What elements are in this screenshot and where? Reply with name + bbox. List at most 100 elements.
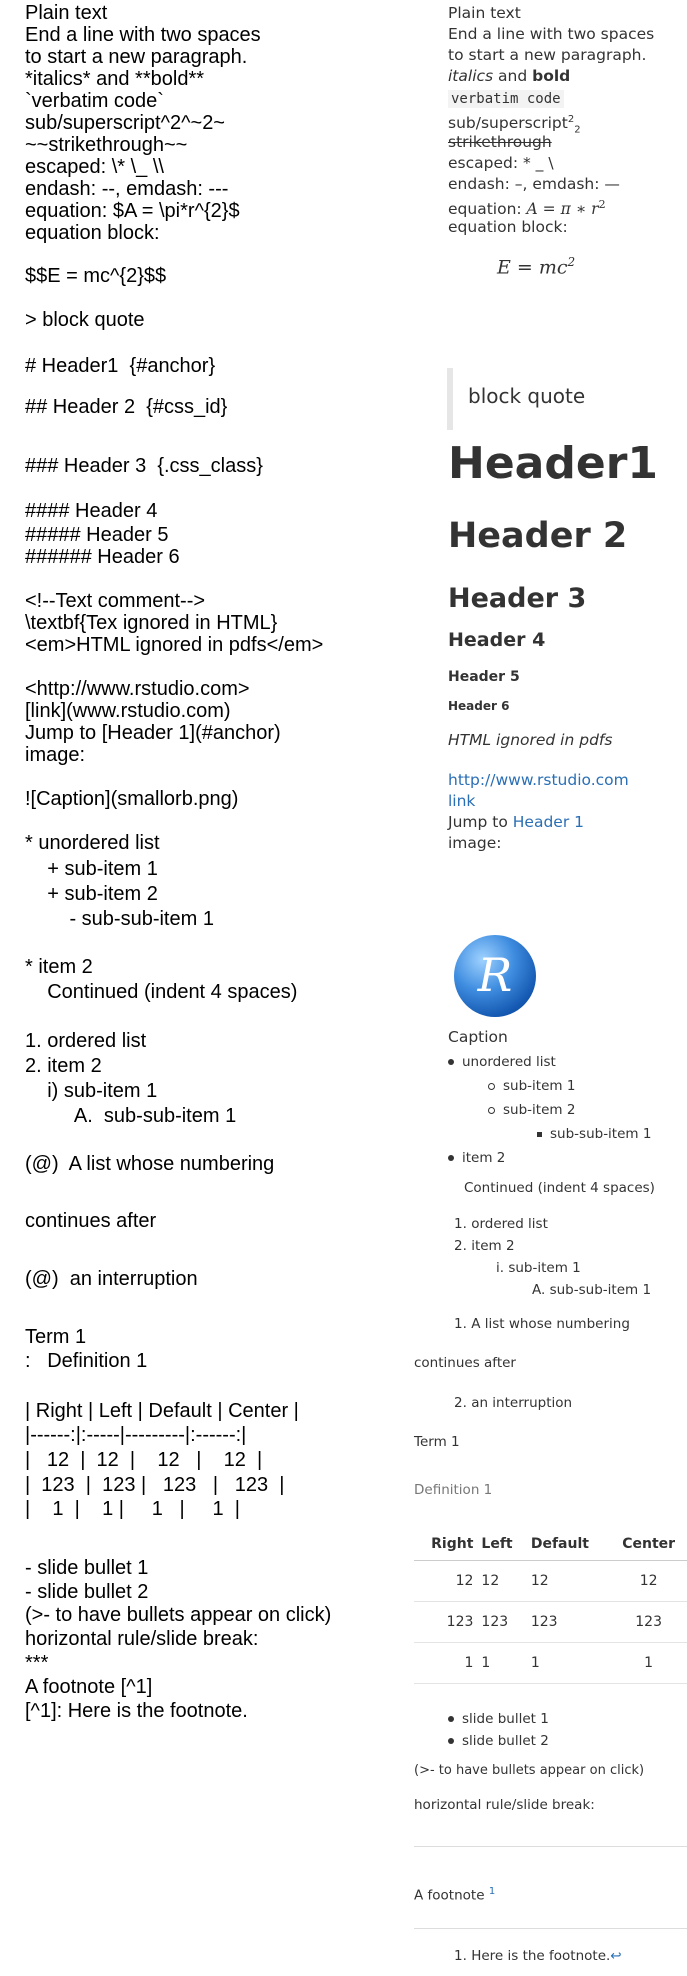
click-note: (>- to have bullets appear on click) xyxy=(414,1763,645,1778)
table-cell: 123 xyxy=(477,1601,527,1643)
src-line: ##### Header 5 xyxy=(25,524,169,546)
data-table: Right Left Default Center 12 12 12 12 12… xyxy=(414,1528,687,1684)
src-line: - sub-sub-item 1 xyxy=(25,908,214,930)
src-line: |------:|:-----|---------|:------:| xyxy=(25,1424,247,1446)
list-item: sub-item 2 xyxy=(488,1102,575,1118)
src-line: <!--Text comment--> xyxy=(25,590,206,612)
list-item-label: sub-sub-item 1 xyxy=(550,1126,652,1142)
footnote-number: 1. xyxy=(454,1948,467,1964)
equation-exponent: 2 xyxy=(598,198,606,211)
list-item: item 2 xyxy=(448,1150,505,1166)
column-header: Default xyxy=(526,1528,611,1561)
definition-term: Term 1 xyxy=(414,1434,460,1450)
src-line: Jump to [Header 1](#anchor) xyxy=(25,722,281,744)
src-line: + sub-item 1 xyxy=(25,858,158,880)
ordered-number: i. xyxy=(496,1260,505,1276)
src-line: | 1 | 1 | 1 | 1 | xyxy=(25,1498,240,1520)
escaped-text: escaped: * _ \ xyxy=(448,154,554,172)
circle-bullet-icon xyxy=(488,1082,495,1090)
table-row: 123 123 123 123 xyxy=(414,1601,687,1643)
header-4: Header 4 xyxy=(448,629,546,651)
footnote-ref-link[interactable]: 1 xyxy=(489,1886,495,1897)
header-1-link[interactable]: Header 1 xyxy=(513,813,584,831)
src-line: continues after xyxy=(25,1210,157,1232)
src-line: > block quote xyxy=(25,309,145,331)
example-number: 2. xyxy=(454,1395,467,1411)
src-line: ~~strikethrough~~ xyxy=(25,134,188,156)
src-line: 1. ordered list xyxy=(25,1030,147,1052)
src-line: Term 1 xyxy=(25,1326,87,1348)
subscript: 2 xyxy=(574,124,581,136)
equation-block-label: equation block: xyxy=(448,218,568,236)
equation-label: equation: xyxy=(448,200,527,219)
strikethrough-text: strikethrough xyxy=(448,133,552,151)
horizontal-rule xyxy=(414,1846,687,1847)
ordered-label: sub-item 1 xyxy=(508,1260,581,1276)
src-line: horizontal rule/slide break: xyxy=(25,1628,259,1650)
footnote-divider xyxy=(414,1928,687,1929)
block-quote: block quote xyxy=(468,384,586,408)
table-cell: 12 xyxy=(477,1560,527,1602)
footnote-item: 1. Here is the footnote.↩ xyxy=(454,1948,622,1964)
src-line: $$E = mc^{2}$$ xyxy=(25,265,167,287)
table-cell: 1 xyxy=(477,1642,527,1684)
src-line: endash: --, emdash: --- xyxy=(25,178,229,200)
src-line: * unordered list xyxy=(25,832,160,854)
table-cell: 123 xyxy=(526,1601,611,1643)
src-line: ![Caption](smallorb.png) xyxy=(25,788,239,810)
src-line: A footnote [^1] xyxy=(25,1676,153,1698)
equation-block-exponent: 2 xyxy=(567,255,576,269)
italic-text: italics xyxy=(448,67,494,85)
example-number: 1. xyxy=(454,1316,467,1332)
list-item-label: unordered list xyxy=(462,1054,556,1070)
footnote-text: A footnote xyxy=(414,1887,489,1904)
url-link[interactable]: http://www.rstudio.com xyxy=(448,770,629,790)
table-cell: 1 xyxy=(526,1642,611,1684)
table-row: 12 12 12 12 xyxy=(414,1560,687,1602)
src-line: - slide bullet 1 xyxy=(25,1557,149,1579)
header-1: Header1 xyxy=(448,438,659,489)
src-line: [^1]: Here is the footnote. xyxy=(25,1700,248,1722)
footnote-back-icon[interactable]: ↩ xyxy=(610,1948,621,1964)
blockquote-bar xyxy=(447,368,453,430)
column-header: Left xyxy=(477,1528,527,1561)
paragraph-line: End a line with two spaces xyxy=(448,25,655,43)
hr-label: horizontal rule/slide break: xyxy=(414,1797,595,1813)
image-caption: Caption xyxy=(448,1028,508,1046)
src-line: + sub-item 2 xyxy=(25,883,158,905)
plain-text: Plain text xyxy=(448,4,521,22)
paragraph-line: to start a new paragraph. xyxy=(448,46,647,64)
header-6: Header 6 xyxy=(448,699,510,713)
table-header-row: Right Left Default Center xyxy=(414,1528,687,1561)
r-logo-icon: R xyxy=(454,935,536,1017)
ordered-number: A. xyxy=(532,1282,546,1298)
jump-line: Jump to Header 1 xyxy=(448,812,584,832)
ordered-label: sub-sub-item 1 xyxy=(549,1282,652,1298)
src-line: equation: $A = \pi*r^{2}$ xyxy=(25,200,240,222)
src-line: ###### Header 6 xyxy=(25,546,180,568)
src-line: `verbatim code` xyxy=(25,90,164,112)
bullet-icon xyxy=(448,1155,454,1161)
src-line: # Header1 {#anchor} xyxy=(25,355,216,377)
example-item: 2. an interruption xyxy=(454,1395,572,1411)
footnote-line: A footnote 1 xyxy=(414,1886,495,1904)
table-cell: 123 xyxy=(414,1601,478,1643)
slide-bullet-label: slide bullet 1 xyxy=(462,1711,549,1727)
link[interactable]: link xyxy=(448,791,475,811)
table-cell: 12 xyxy=(526,1560,611,1602)
definition-text: Definition 1 xyxy=(414,1482,493,1498)
list-item-label: item 2 xyxy=(462,1150,506,1166)
html-em-text: HTML ignored in pdfs xyxy=(448,731,613,749)
list-item-label: sub-item 2 xyxy=(503,1102,576,1118)
src-line: sub/superscript^2^~2~ xyxy=(25,112,225,134)
src-line: | 123 | 123 | 123 | 123 | xyxy=(25,1474,285,1496)
continues-text: continues after xyxy=(414,1355,516,1371)
table-cell: 1 xyxy=(610,1642,687,1684)
src-line: A. sub-sub-item 1 xyxy=(25,1105,237,1127)
subsup-text: sub/superscript xyxy=(448,114,568,133)
ordered-label: item 2 xyxy=(471,1238,515,1254)
src-line: 2. item 2 xyxy=(25,1055,102,1077)
ordered-number: 2. xyxy=(454,1238,467,1254)
table-cell: 1 xyxy=(414,1642,478,1684)
src-line: [link](www.rstudio.com) xyxy=(25,700,231,722)
